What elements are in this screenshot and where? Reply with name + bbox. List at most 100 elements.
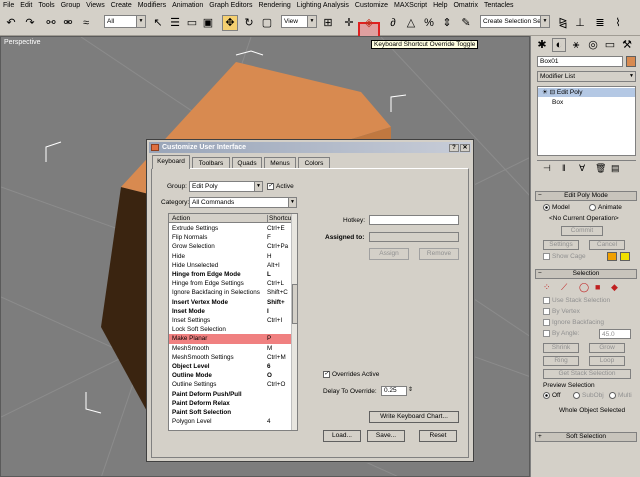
cage-selected-color-swatch[interactable] xyxy=(620,252,630,261)
reset-button[interactable]: Reset xyxy=(419,430,457,442)
save-button[interactable]: Save... xyxy=(367,430,405,442)
action-row[interactable]: Grow Selection Ctrl+Pa xyxy=(169,242,291,251)
column-header-shortcut[interactable]: Shortcut xyxy=(267,215,293,222)
menu-item-create[interactable]: Create xyxy=(111,2,132,9)
by-angle-field[interactable]: 45.0 xyxy=(599,329,631,339)
category-dropdown[interactable]: All Commands ▼ xyxy=(189,197,297,208)
layer-manager-icon[interactable]: ≣ xyxy=(592,15,608,31)
menu-item-omatrix[interactable]: Omatrix xyxy=(453,2,478,9)
action-row[interactable]: MeshSmooth M xyxy=(169,344,291,353)
menu-item-edit[interactable]: Edit xyxy=(20,2,32,9)
action-row[interactable]: Hinge from Edge Settings Ctrl+L xyxy=(169,279,291,288)
action-row[interactable]: Object Level 6 xyxy=(169,362,291,371)
modify-tab-icon[interactable]: ◐ xyxy=(552,38,566,52)
active-checkbox[interactable]: ✓ Active xyxy=(267,183,294,190)
action-row[interactable]: MeshSmooth Settings Ctrl+M xyxy=(169,353,291,362)
remove-modifier-icon[interactable]: 🗑 xyxy=(595,163,606,174)
select-move-icon[interactable]: ✥ xyxy=(222,15,238,31)
undo-icon[interactable]: ↶ xyxy=(3,15,19,31)
loop-button[interactable]: Loop xyxy=(589,356,625,366)
commit-button[interactable]: Commit xyxy=(561,226,603,236)
get-stack-selection-button[interactable]: Get Stack Selection xyxy=(543,369,631,379)
action-row[interactable]: Outline Settings Ctrl+O xyxy=(169,380,291,389)
select-object-icon[interactable]: ↖ xyxy=(150,15,166,31)
rollout-edit-poly-mode[interactable]: − Edit Poly Mode xyxy=(535,191,637,201)
keyboard-shortcut-override-icon[interactable]: ◈ xyxy=(361,15,377,31)
remove-button[interactable]: Remove xyxy=(419,248,459,260)
named-selection-sets[interactable]: Create Selection Set ▼ xyxy=(480,15,550,28)
action-row[interactable]: Inset Mode I xyxy=(169,307,291,316)
menu-item-views[interactable]: Views xyxy=(86,2,105,9)
hierarchy-tab-icon[interactable]: ⚹ xyxy=(569,38,583,52)
action-row[interactable]: Extrude Settings Ctrl+E xyxy=(169,224,291,233)
action-row[interactable]: Paint Soft Selection xyxy=(169,408,291,417)
action-row[interactable]: Flip Normals F xyxy=(169,233,291,242)
use-stack-selection-checkbox[interactable]: Use Stack Selection xyxy=(543,297,610,304)
column-header-action[interactable]: Action xyxy=(172,215,190,222)
stack-item-edit-poly[interactable]: ☀ ⊟ Edit Poly xyxy=(538,88,635,97)
show-end-result-icon[interactable]: ‖ xyxy=(562,163,566,173)
overrides-active-checkbox[interactable]: ✓ Overrides Active xyxy=(323,371,379,378)
bind-space-warp-icon[interactable]: ≈ xyxy=(78,15,94,31)
close-icon[interactable]: ✕ xyxy=(460,144,470,152)
vertex-mode-icon[interactable]: ⁘ xyxy=(543,282,551,293)
element-mode-icon[interactable]: ◆ xyxy=(611,282,618,293)
help-icon[interactable]: ? xyxy=(449,144,459,152)
menu-item-modifiers[interactable]: Modifiers xyxy=(138,2,166,9)
rect-selection-icon[interactable]: ▭ xyxy=(184,15,200,31)
edit-named-selection-icon[interactable]: ✎ xyxy=(458,15,474,31)
action-row[interactable]: Polygon Level 4 xyxy=(169,417,291,426)
show-cage-checkbox[interactable]: Show Cage xyxy=(543,253,586,260)
action-list[interactable]: Action Shortcut Extrude Settings Ctrl+E Fl… xyxy=(168,213,298,431)
curve-editor-icon[interactable]: ⌇ xyxy=(610,15,626,31)
shrink-button[interactable]: Shrink xyxy=(543,343,579,353)
edge-mode-icon[interactable]: ⟋ xyxy=(561,282,567,293)
action-row[interactable]: Paint Deform Relax xyxy=(169,399,291,408)
menu-item-customize[interactable]: Customize xyxy=(355,2,388,9)
window-crossing-icon[interactable]: ▣ xyxy=(200,15,216,31)
write-keyboard-chart-button[interactable]: Write Keyboard Chart... xyxy=(369,411,459,423)
redo-icon[interactable]: ↷ xyxy=(22,15,38,31)
scrollbar-thumb[interactable] xyxy=(292,284,297,324)
action-row[interactable]: Hide Unselected Alt+I xyxy=(169,261,291,270)
preview-off-radio[interactable]: Off xyxy=(543,392,561,399)
snaps-toggle-icon[interactable]: ∂ xyxy=(385,15,401,31)
create-tab-icon[interactable]: ✱ xyxy=(535,38,549,52)
spinner-icon[interactable]: ⇕ xyxy=(408,386,413,393)
load-button[interactable]: Load... xyxy=(323,430,361,442)
percent-snap-icon[interactable]: % xyxy=(421,15,437,31)
rollout-selection[interactable]: − Selection xyxy=(535,269,637,279)
animate-radio[interactable]: Animate xyxy=(589,204,622,211)
mirror-icon[interactable]: ⧎ xyxy=(555,15,571,31)
object-name-field[interactable]: Box01 xyxy=(537,56,623,67)
select-manipulate-icon[interactable]: ✛ xyxy=(341,15,357,31)
cage-color-swatch[interactable] xyxy=(607,252,617,261)
menu-item-help[interactable]: Help xyxy=(433,2,447,9)
action-list-scrollbar[interactable] xyxy=(291,214,297,430)
action-row[interactable]: Insert Vertex Mode Shift+ xyxy=(169,298,291,307)
model-radio[interactable]: Model xyxy=(543,204,570,211)
cancel-button[interactable]: Cancel xyxy=(589,240,625,250)
stack-item-box[interactable]: Box xyxy=(538,98,635,107)
select-by-name-icon[interactable]: ☰ xyxy=(167,15,183,31)
angle-snap-icon[interactable]: △ xyxy=(403,15,419,31)
action-row[interactable]: Lock Soft Selection xyxy=(169,325,291,334)
select-rotate-icon[interactable]: ↻ xyxy=(241,15,257,31)
rollout-soft-selection[interactable]: + Soft Selection xyxy=(535,432,637,442)
spinner-snap-icon[interactable]: ⇕ xyxy=(439,15,455,31)
configure-sets-icon[interactable]: ▤ xyxy=(611,163,620,174)
make-unique-icon[interactable]: ∀ xyxy=(579,163,585,174)
ignore-backfacing-checkbox[interactable]: Ignore Backfacing xyxy=(543,319,604,326)
border-mode-icon[interactable]: ◯ xyxy=(579,282,589,293)
action-row[interactable]: Inset Settings Ctrl+I xyxy=(169,316,291,325)
assign-button[interactable]: Assign xyxy=(369,248,409,260)
action-row[interactable]: Hinge from Edge Mode L xyxy=(169,270,291,279)
utilities-tab-icon[interactable]: ⚒ xyxy=(620,38,634,52)
action-row[interactable]: Outline Mode O xyxy=(169,371,291,380)
reference-coordinate-select[interactable]: View ▼ xyxy=(281,15,317,28)
settings-button[interactable]: Settings xyxy=(543,240,579,250)
unlink-icon[interactable]: ⚮ xyxy=(60,15,76,31)
select-link-icon[interactable]: ⚯ xyxy=(43,15,59,31)
preview-subobj-radio[interactable]: SubObj xyxy=(573,392,604,399)
hotkey-field[interactable] xyxy=(369,215,459,225)
